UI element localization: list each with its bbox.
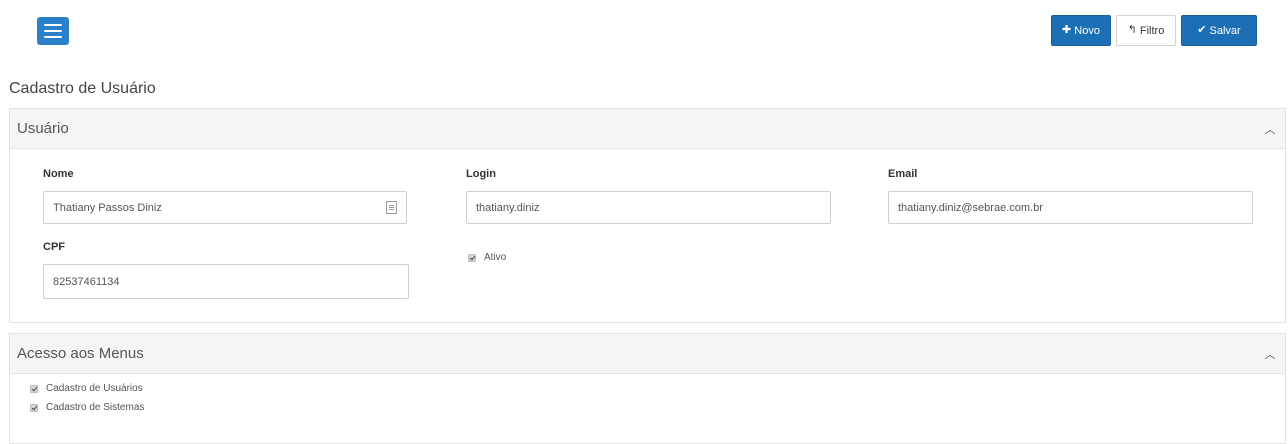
hamburger-menu-button[interactable]: [37, 17, 69, 45]
email-value: thatiany.diniz@sebrae.com.br: [898, 201, 1043, 214]
checkbox-checked-icon[interactable]: [30, 384, 38, 393]
reply-icon: ↰: [1127, 24, 1137, 36]
menus-panel-title: Acesso aos Menus: [17, 345, 144, 362]
new-button-label: Novo: [1074, 24, 1100, 37]
usuario-panel-heading[interactable]: Usuário ︿: [10, 109, 1285, 149]
menu-checkbox-cadastro-sistemas[interactable]: Cadastro de Sistemas: [30, 402, 144, 413]
login-input[interactable]: thatiany.diniz: [466, 191, 831, 224]
checkbox-checked-icon[interactable]: [468, 253, 476, 262]
save-button[interactable]: ✔ Salvar: [1181, 15, 1257, 46]
login-label: Login: [466, 168, 496, 180]
ativo-checkbox[interactable]: Ativo: [468, 252, 506, 263]
nome-field-group: Nome Thatiany Passos Diniz: [43, 168, 407, 224]
plus-icon: ✚: [1062, 24, 1072, 36]
save-button-label: Salvar: [1209, 24, 1241, 37]
hamburger-icon-line: [44, 24, 62, 26]
cpf-label: CPF: [43, 241, 65, 253]
email-label: Email: [888, 168, 918, 180]
menus-panel-heading[interactable]: Acesso aos Menus ︿: [10, 334, 1285, 374]
cpf-value: 82537461134: [53, 275, 120, 288]
menu-item-label: Cadastro de Sistemas: [46, 402, 145, 413]
cpf-input[interactable]: 82537461134: [43, 264, 409, 299]
checkbox-checked-icon[interactable]: [30, 403, 38, 412]
new-button[interactable]: ✚ Novo: [1051, 15, 1111, 46]
menu-item-label: Cadastro de Usuários: [46, 383, 143, 394]
ativo-label: Ativo: [484, 252, 507, 263]
filter-button-label: Filtro: [1139, 24, 1165, 37]
cpf-field-group: CPF 82537461134: [43, 241, 409, 299]
menus-panel: Acesso aos Menus ︿ Cadastro de Usuários …: [9, 333, 1286, 444]
menu-checkbox-cadastro-usuarios[interactable]: Cadastro de Usuários: [30, 383, 144, 394]
top-toolbar: ✚ Novo ↰ Filtro ✔ Salvar: [0, 0, 1288, 58]
usuario-panel-title: Usuário: [17, 120, 69, 137]
hamburger-icon-line: [44, 36, 62, 38]
hamburger-icon-line: [44, 30, 62, 32]
email-input[interactable]: thatiany.diniz@sebrae.com.br: [888, 191, 1253, 224]
login-value: thatiany.diniz: [476, 201, 540, 214]
nome-value: Thatiany Passos Diniz: [53, 201, 162, 214]
nome-input[interactable]: Thatiany Passos Diniz: [43, 191, 407, 224]
login-field-group: Login thatiany.diniz: [466, 168, 831, 224]
nome-label: Nome: [43, 168, 74, 180]
check-icon: ✔: [1197, 24, 1207, 36]
chevron-up-icon[interactable]: ︿: [1264, 346, 1276, 362]
filter-button[interactable]: ↰ Filtro: [1116, 15, 1176, 46]
email-field-group: Email thatiany.diniz@sebrae.com.br: [888, 168, 1253, 224]
id-card-icon[interactable]: [386, 201, 397, 214]
menus-checkbox-list: Cadastro de Usuários Cadastro de Sistema…: [30, 383, 144, 413]
chevron-up-icon[interactable]: ︿: [1264, 121, 1276, 137]
usuario-panel: Usuário ︿ Nome Thatiany Passos Diniz Log…: [9, 108, 1286, 323]
page-title: Cadastro de Usuário: [9, 80, 156, 97]
toolbar-actions: ✚ Novo ↰ Filtro ✔ Salvar: [1051, 15, 1257, 46]
